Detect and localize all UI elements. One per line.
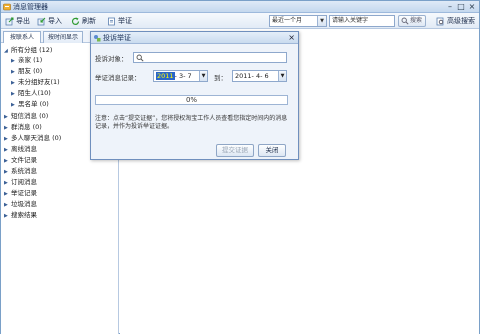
tree-item-section[interactable]: ▶ 垃圾消息: [4, 199, 37, 209]
date-from-year: 2011: [156, 72, 175, 80]
chevron-down-icon: ▼: [199, 71, 207, 81]
collapsed-arrow-icon: ▶: [11, 91, 15, 97]
tree-item-section[interactable]: ▶ 文件记录: [4, 155, 37, 165]
date-from-picker[interactable]: 2011- 3- 7 ▼: [153, 70, 208, 82]
tree-item-strangers[interactable]: ▶ 陌生人(10): [11, 88, 51, 98]
target-label: 投诉对象：: [95, 55, 128, 63]
close-icon[interactable]: ×: [288, 32, 295, 44]
refresh-icon: [71, 17, 80, 25]
maximize-button[interactable]: □: [456, 2, 466, 12]
chevron-down-icon: ▼: [278, 71, 286, 81]
export-button[interactable]: 导出: [5, 15, 30, 27]
dialog-title: 投诉举证: [103, 34, 131, 42]
advanced-search-icon: [436, 17, 444, 25]
to-label: 到：: [214, 74, 227, 82]
collapsed-arrow-icon: ▶: [4, 180, 8, 186]
tree-item-section[interactable]: ▶ 订阅消息: [4, 177, 37, 187]
progress-text: 0%: [185, 96, 198, 104]
search-icon: [136, 54, 144, 62]
close-window-button[interactable]: ×: [467, 2, 477, 12]
dialog-note: 注意：点击“提交证据”，您将授权淘宝工作人员查看您指定时间内的消息记录，并作为投…: [95, 115, 288, 130]
search-icon: [401, 17, 409, 25]
upload-progress-bar: 0%: [95, 95, 288, 105]
tree-item-all-groups[interactable]: ◢ 所有分组 (12): [4, 45, 52, 55]
advanced-search-button[interactable]: 高级搜索: [436, 15, 475, 27]
tree-item-section[interactable]: ▶ 搜索结果: [4, 210, 37, 220]
tree-item-section[interactable]: ▶ 离线消息: [4, 144, 37, 154]
title-bar: 消息管理器 – □ ×: [1, 1, 479, 13]
collapsed-arrow-icon: ▶: [4, 169, 8, 175]
collapsed-arrow-icon: ▶: [4, 158, 8, 164]
search-input[interactable]: 请输入关键字: [329, 15, 395, 27]
target-field[interactable]: [133, 52, 287, 63]
tree-item-group[interactable]: ▶ 朋友 (0): [11, 66, 42, 76]
report-icon: [108, 17, 115, 25]
chevron-down-icon: ▼: [317, 16, 326, 26]
report-dialog: 投诉举证 × 投诉对象： 举证消息记录： 2011- 3- 7 ▼ 到： 2011…: [90, 31, 299, 160]
import-icon: [37, 17, 46, 25]
tab-by-time[interactable]: 按时间显示: [43, 31, 83, 43]
collapsed-arrow-icon: ▶: [11, 80, 15, 86]
export-icon: [5, 17, 14, 25]
collapsed-arrow-icon: ▶: [4, 147, 8, 153]
report-button[interactable]: 举证: [107, 15, 132, 27]
toolbar: 导出 导入 刷新 举证 最近一个月 ▼ 请输入关键字 搜索 高级搜索: [1, 13, 479, 29]
tree-item-group[interactable]: ▶ 黑名单 (0): [11, 99, 49, 109]
submit-evidence-button[interactable]: 提交证据: [216, 144, 254, 157]
search-button[interactable]: 搜索: [398, 15, 426, 27]
tab-by-contact[interactable]: 按联系人: [3, 31, 41, 43]
collapsed-arrow-icon: ▶: [4, 191, 8, 197]
period-select[interactable]: 最近一个月 ▼: [269, 15, 327, 27]
record-range-label: 举证消息记录：: [95, 74, 141, 82]
dialog-title-bar: 投诉举证 ×: [91, 32, 298, 44]
collapsed-arrow-icon: ▶: [11, 102, 15, 108]
window-title: 消息管理器: [13, 3, 48, 11]
tree-item-section[interactable]: ▶ 举证记录: [4, 188, 37, 198]
collapsed-arrow-icon: ▶: [4, 125, 8, 131]
date-from-rest: - 3- 7: [174, 72, 192, 80]
expanded-arrow-icon: ◢: [4, 48, 8, 54]
tree-item-section[interactable]: ▶ 系统消息: [4, 166, 37, 176]
tree-item-section[interactable]: ▶ 短信消息 (0): [4, 111, 48, 121]
tree-item-group[interactable]: ▶ 未分组好友(1): [11, 77, 60, 87]
close-dialog-button[interactable]: 关闭: [258, 144, 286, 157]
date-to-picker[interactable]: 2011- 4- 6 ▼: [232, 70, 287, 82]
tree-item-group[interactable]: ▶ 亲家 (1): [11, 55, 42, 65]
import-button[interactable]: 导入: [37, 15, 62, 27]
message-manager-window: 消息管理器 – □ × 导出 导入 刷新 举证 最近一个月 ▼ 请输入关键字 搜索…: [0, 0, 480, 334]
collapsed-arrow-icon: ▶: [11, 69, 15, 75]
minimize-button[interactable]: –: [445, 2, 455, 12]
collapsed-arrow-icon: ▶: [4, 136, 8, 142]
refresh-button[interactable]: 刷新: [71, 15, 96, 27]
collapsed-arrow-icon: ▶: [4, 114, 8, 120]
tree-item-section[interactable]: ▶ 多人聊天消息 (0): [4, 133, 61, 143]
collapsed-arrow-icon: ▶: [11, 58, 15, 64]
collapsed-arrow-icon: ▶: [4, 202, 8, 208]
collapsed-arrow-icon: ▶: [4, 213, 8, 219]
app-icon: [3, 3, 11, 11]
tree-item-section[interactable]: ▶ 群消息 (0): [4, 122, 42, 132]
report-icon: [94, 35, 101, 42]
